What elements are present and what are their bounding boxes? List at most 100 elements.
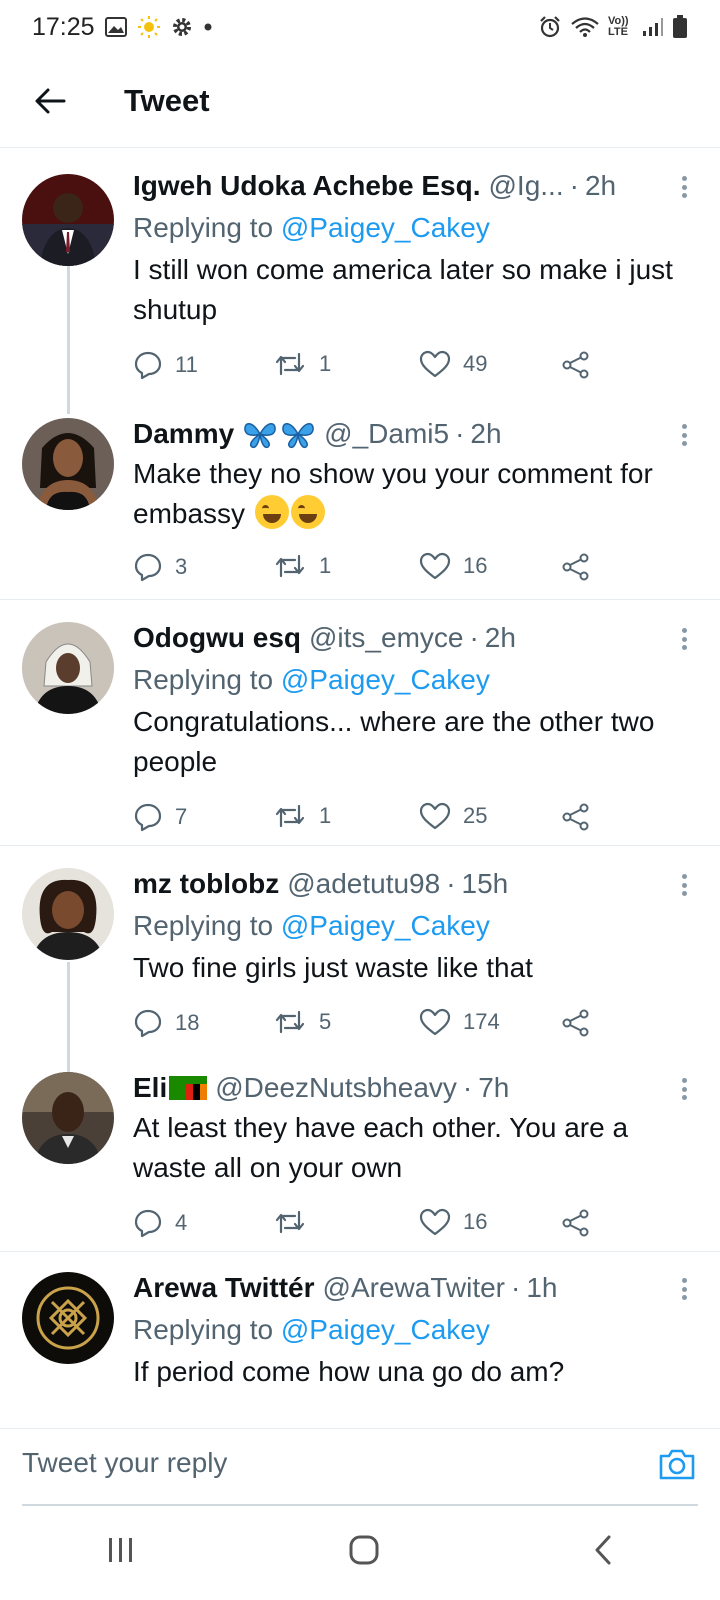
alarm-icon <box>538 15 562 39</box>
tweet-6[interactable]: Arewa Twittér @ArewaTwiter · 1h Replying… <box>0 1254 720 1428</box>
like-count: 49 <box>463 351 488 376</box>
tweet-text: At least they have each other. You are a… <box>133 1112 629 1183</box>
more-options-icon[interactable] <box>672 624 696 654</box>
retweet-button[interactable]: 1 <box>273 552 331 580</box>
battery-icon <box>672 15 688 39</box>
retweet-button[interactable] <box>273 1208 319 1236</box>
more-options-icon[interactable] <box>672 172 696 202</box>
recent-apps-button[interactable] <box>106 1536 136 1569</box>
back-arrow-icon <box>35 88 66 113</box>
back-nav-button[interactable] <box>592 1534 614 1571</box>
mention-link[interactable]: @Paigey_Cakey <box>281 910 490 941</box>
retweet-button[interactable]: 1 <box>273 350 331 378</box>
tweet-time[interactable]: 7h <box>478 1072 509 1104</box>
more-options-icon[interactable] <box>672 1074 696 1104</box>
reply-count: 7 <box>175 804 188 829</box>
author-name[interactable]: Igweh Udoka Achebe Esq. <box>133 170 480 202</box>
network-label: Vo)) LTE <box>608 15 629 38</box>
tears-of-joy-emoji-icon <box>290 495 325 529</box>
author-name[interactable]: mz toblobz <box>133 868 279 900</box>
author-name[interactable]: Dammy <box>133 418 234 450</box>
separator-dot: · <box>446 868 456 899</box>
reply-composer[interactable]: Tweet your reply <box>0 1428 720 1506</box>
tweet-5[interactable]: Eli @DeezNutsbheavy · 7h At least they h… <box>0 1052 720 1252</box>
tweet-actions: 4 16 <box>133 1208 696 1248</box>
retweet-count: 1 <box>319 351 332 376</box>
separator-dot: · <box>469 622 479 653</box>
weather-sun-icon <box>137 15 161 39</box>
settings-gear-icon <box>171 16 193 38</box>
separator-dot: · <box>511 1272 521 1303</box>
mention-link[interactable]: @Paigey_Cakey <box>281 1314 490 1345</box>
more-options-icon[interactable] <box>672 420 696 450</box>
author-handle[interactable]: @adetutu98 <box>287 868 440 900</box>
author-name[interactable]: Eli <box>133 1072 167 1104</box>
author-handle[interactable]: @ArewaTwiter <box>323 1272 505 1304</box>
share-icon <box>562 1209 589 1237</box>
avatar[interactable] <box>22 1272 114 1364</box>
replying-to-label: Replying to <box>133 212 281 243</box>
tweet-text-block: Make they no show you your comment for e… <box>133 454 696 534</box>
mention-link[interactable]: @Paigey_Cakey <box>281 664 490 695</box>
like-count: 16 <box>463 553 488 578</box>
author-handle[interactable]: @its_emyce <box>309 622 463 654</box>
tweet-1[interactable]: Igweh Udoka Achebe Esq. @Ig... · 2h Repl… <box>0 148 720 414</box>
like-button[interactable]: 49 <box>419 350 487 378</box>
avatar[interactable] <box>22 622 114 714</box>
retweet-icon <box>275 554 305 578</box>
avatar[interactable] <box>22 1072 114 1164</box>
share-button[interactable] <box>561 1208 591 1238</box>
author-handle[interactable]: @Ig... <box>488 170 563 202</box>
more-options-icon[interactable] <box>672 870 696 900</box>
reply-button[interactable]: 4 <box>133 1208 187 1238</box>
like-button[interactable]: 16 <box>419 1208 487 1236</box>
avatar[interactable] <box>22 174 114 266</box>
retweet-button[interactable]: 1 <box>273 802 331 830</box>
reply-button[interactable]: 18 <box>133 1008 199 1038</box>
retweet-button[interactable]: 5 <box>273 1008 331 1036</box>
like-button[interactable]: 25 <box>419 802 487 830</box>
tweet-time[interactable]: 2h <box>585 170 616 202</box>
tweet-3[interactable]: Odogwu esq @its_emyce · 2h Replying to @… <box>0 602 720 846</box>
replying-to: Replying to @Paigey_Cakey <box>133 208 696 248</box>
like-button[interactable]: 16 <box>419 552 487 580</box>
tweet-time[interactable]: 15h <box>462 868 509 900</box>
reply-button[interactable]: 7 <box>133 802 187 832</box>
heart-icon <box>419 1208 451 1236</box>
mention-link[interactable]: @Paigey_Cakey <box>281 212 490 243</box>
tweet-4[interactable]: mz toblobz @adetutu98 · 15h Replying to … <box>0 848 720 1072</box>
separator-dot: · <box>455 418 465 449</box>
share-icon <box>562 351 589 379</box>
retweet-count: 1 <box>319 803 332 828</box>
camera-button[interactable] <box>658 1447 696 1486</box>
back-button[interactable] <box>0 54 100 148</box>
tweet-time[interactable]: 2h <box>485 622 516 654</box>
tweet-time[interactable]: 2h <box>470 418 501 450</box>
like-count: 174 <box>463 1009 500 1034</box>
reply-input[interactable]: Tweet your reply <box>22 1447 227 1479</box>
home-button[interactable] <box>348 1534 380 1571</box>
author-name[interactable]: Odogwu esq <box>133 622 301 654</box>
tweet-time[interactable]: 1h <box>526 1272 557 1304</box>
more-options-icon[interactable] <box>672 1274 696 1304</box>
avatar[interactable] <box>22 868 114 960</box>
author-handle[interactable]: @_Dami5 <box>324 418 449 450</box>
share-button[interactable] <box>561 1008 591 1038</box>
reply-button[interactable]: 3 <box>133 552 187 582</box>
author-handle[interactable]: @DeezNutsbheavy <box>215 1072 457 1104</box>
author-name[interactable]: Arewa Twittér <box>133 1272 315 1304</box>
share-button[interactable] <box>561 802 591 832</box>
share-button[interactable] <box>561 350 591 380</box>
reply-count: 3 <box>175 554 188 579</box>
reply-count: 11 <box>175 352 198 377</box>
share-icon <box>562 1009 589 1037</box>
reply-button[interactable]: 11 <box>133 350 198 380</box>
like-button[interactable]: 174 <box>419 1008 500 1036</box>
replying-to-label: Replying to <box>133 1314 281 1345</box>
share-button[interactable] <box>561 552 591 582</box>
reply-icon <box>134 1009 162 1038</box>
avatar[interactable] <box>22 418 114 510</box>
tweet-2[interactable]: Dammy @_Dami5 · 2h Make they no show you… <box>0 396 720 600</box>
page-title: Tweet <box>124 82 210 118</box>
recent-apps-icon <box>109 1537 132 1562</box>
